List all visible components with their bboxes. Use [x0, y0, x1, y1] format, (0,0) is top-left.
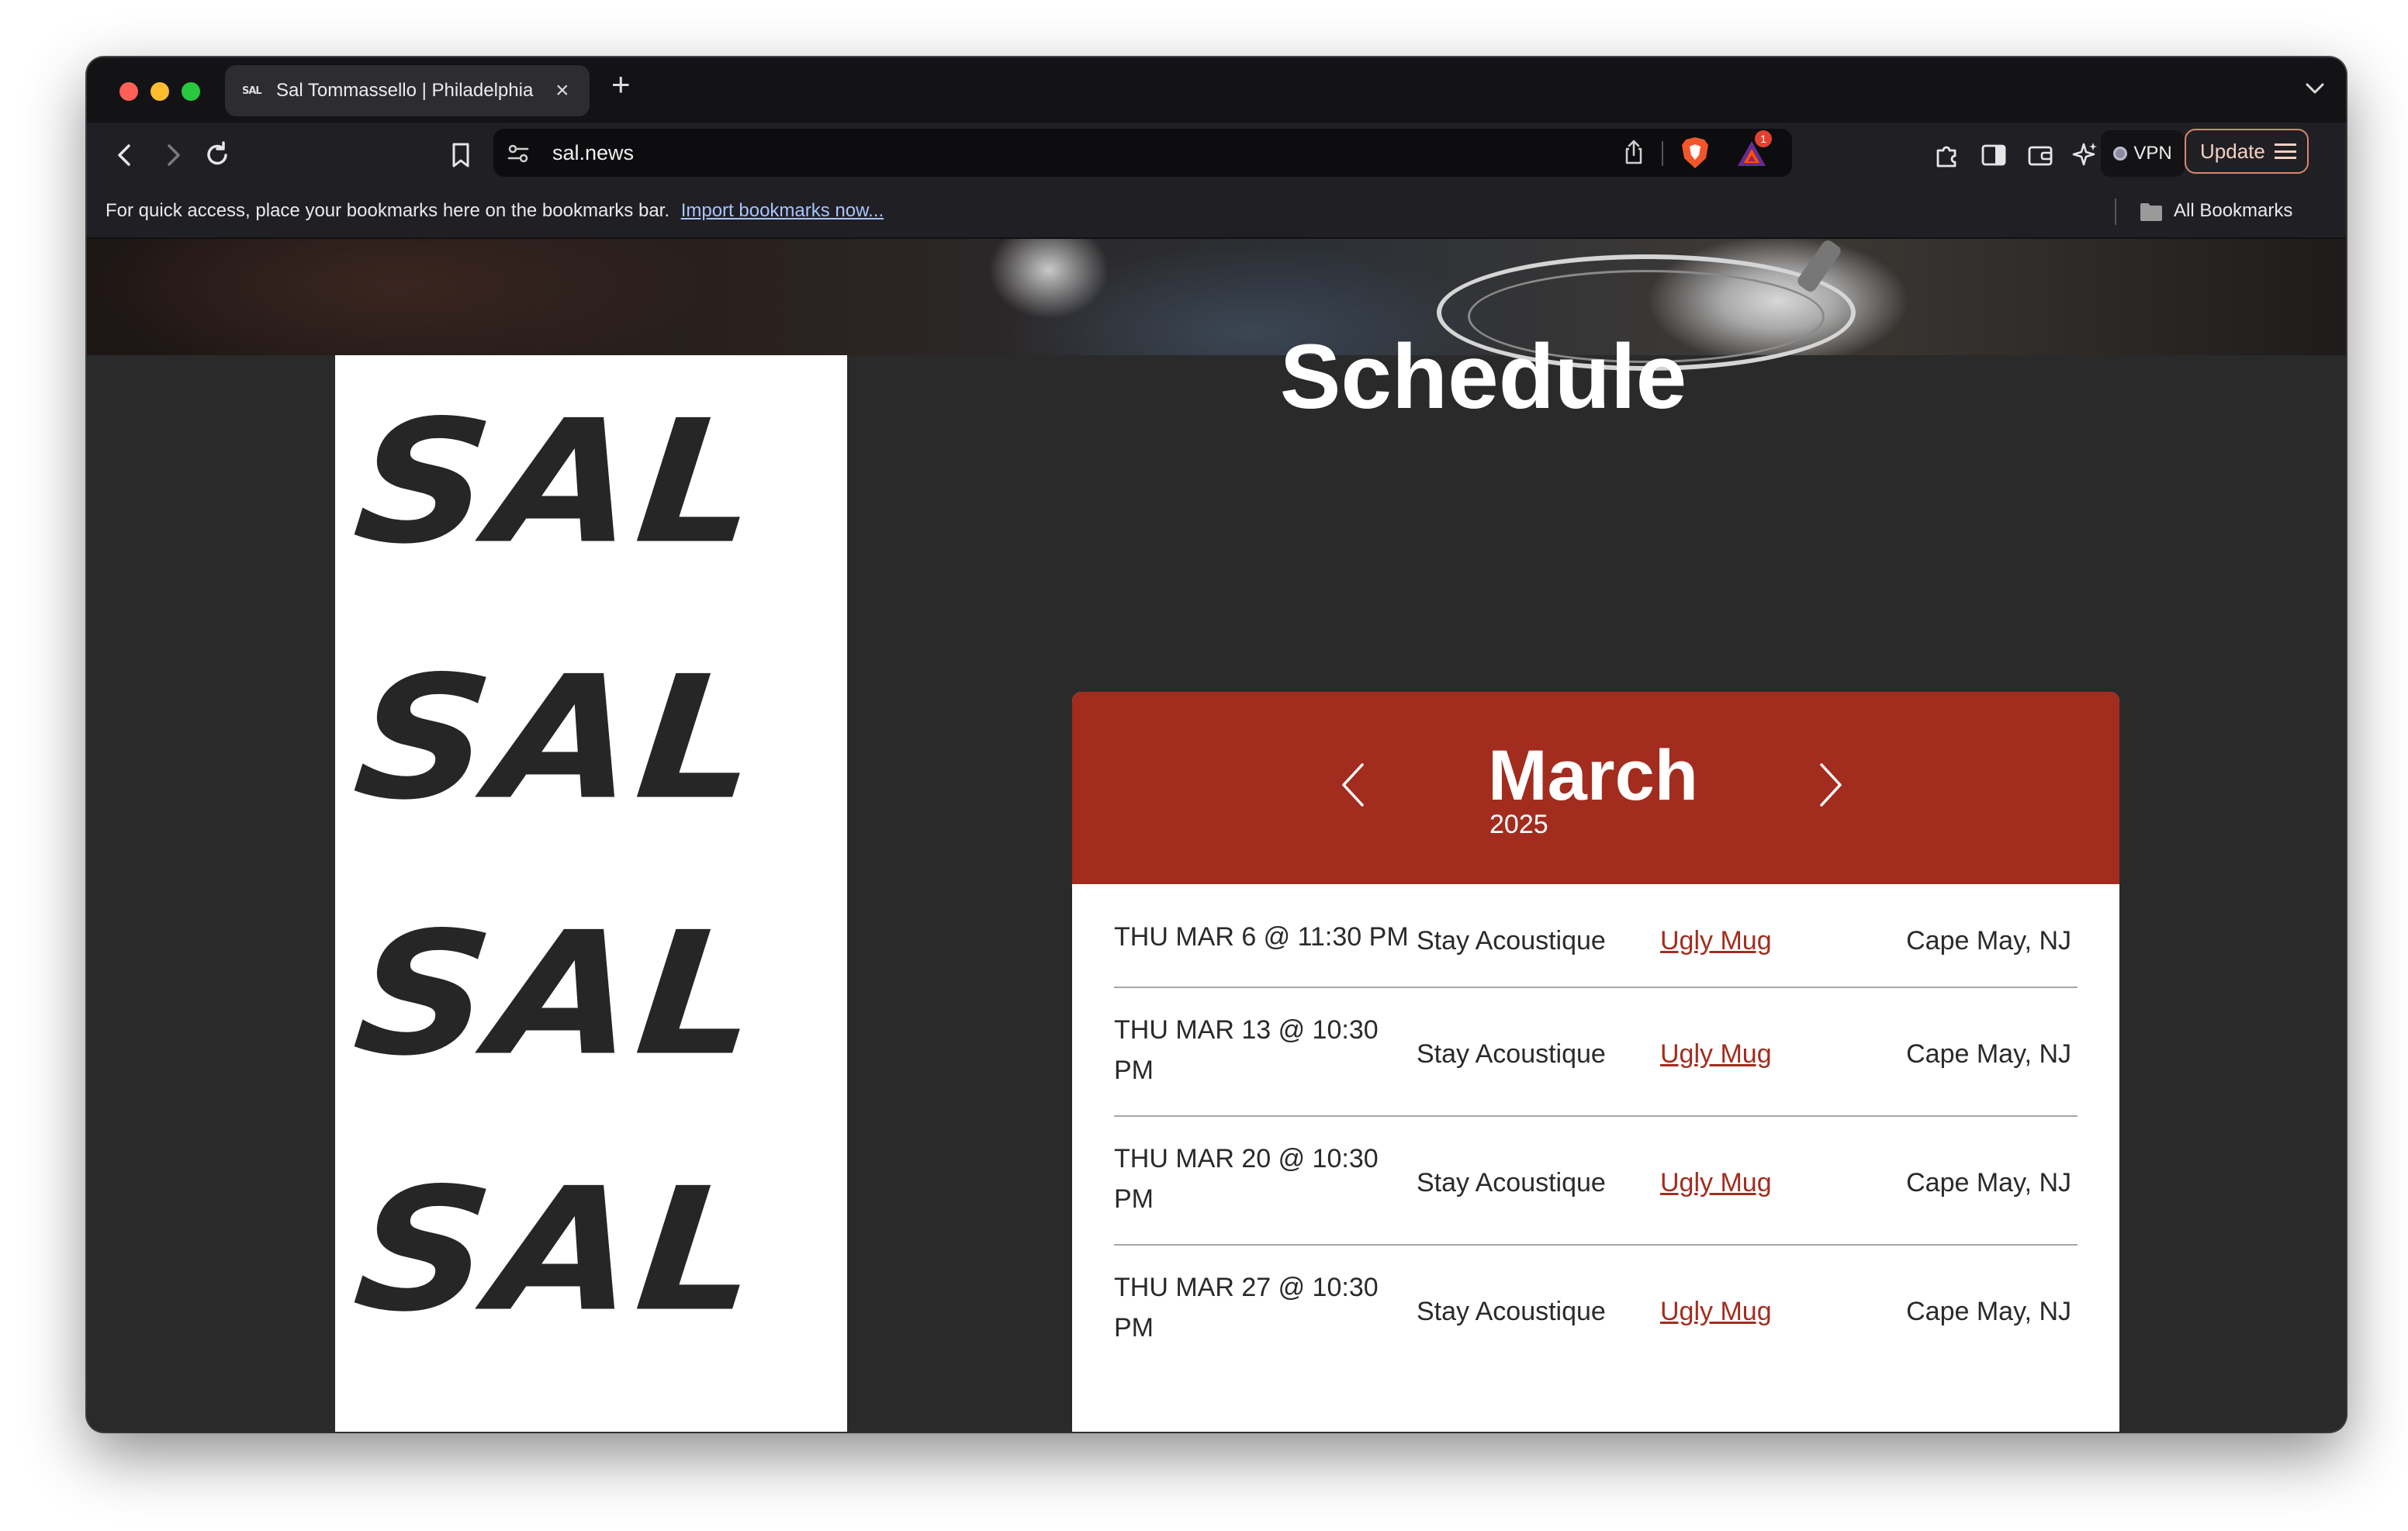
zoom-window-button[interactable]: [182, 82, 200, 101]
chevron-left-icon[interactable]: [1339, 762, 1367, 808]
browser-window: SAL Sal Tommassello | Philadelphia × + s…: [87, 57, 2346, 1432]
event-location: Cape May, NJ: [1906, 926, 2071, 956]
event-venue-link[interactable]: Ugly Mug: [1660, 926, 1772, 956]
event-row: THU MAR 6 @ 11:30 PM Stay Acoustique Ugl…: [1114, 884, 2078, 988]
sidebar-icon[interactable]: [1977, 138, 2011, 172]
bookmark-icon[interactable]: [444, 138, 478, 172]
event-venue-link[interactable]: Ugly Mug: [1660, 1168, 1772, 1198]
sal-logo-word: SAL: [346, 896, 770, 1094]
event-location: Cape May, NJ: [1906, 1297, 2071, 1326]
import-bookmarks-link[interactable]: Import bookmarks now...: [681, 200, 884, 221]
new-tab-button[interactable]: +: [611, 68, 631, 101]
page-title: Schedule: [1279, 326, 1687, 428]
menu-icon: [2274, 143, 2296, 159]
tab-strip: SAL Sal Tommassello | Philadelphia × +: [87, 57, 2346, 123]
url-text[interactable]: sal.news: [552, 141, 634, 165]
sal-logo-word: SAL: [346, 1152, 770, 1350]
calendar-month: March: [1488, 736, 1698, 815]
address-bar[interactable]: sal.news 1: [493, 129, 1792, 177]
site-settings-icon[interactable]: [503, 138, 534, 169]
calendar-year: 2025: [1489, 810, 1548, 839]
reload-icon[interactable]: [200, 138, 234, 172]
event-row: THU MAR 27 @ 10:30 PM Stay Acoustique Ug…: [1114, 1246, 2078, 1374]
sal-logo-word: SAL: [346, 384, 770, 582]
folder-icon: [2140, 203, 2162, 221]
event-row: THU MAR 20 @ 10:30 PM Stay Acoustique Ug…: [1114, 1117, 2078, 1246]
browser-toolbar: sal.news 1 VPN Update: [87, 123, 2346, 186]
event-act: Stay Acoustique: [1417, 1168, 1606, 1197]
event-act: Stay Acoustique: [1417, 1297, 1606, 1326]
brave-shields-icon[interactable]: [1679, 135, 1711, 171]
rewards-badge: 1: [1755, 130, 1772, 147]
sal-logo-panel: SAL SAL SAL SAL: [335, 355, 847, 1432]
tab-list-chevron-down-icon[interactable]: [2301, 74, 2329, 102]
minimize-window-button[interactable]: [150, 82, 169, 101]
event-date: THU MAR 20 @ 10:30 PM: [1114, 1144, 1379, 1214]
vpn-button[interactable]: VPN: [2101, 130, 2185, 177]
calendar-header: March 2025: [1072, 692, 2119, 884]
back-icon[interactable]: [109, 138, 143, 172]
event-venue-link[interactable]: Ugly Mug: [1660, 1039, 1772, 1070]
tab-title: Sal Tommassello | Philadelphia: [276, 80, 534, 101]
event-location: Cape May, NJ: [1906, 1168, 2071, 1197]
vpn-label: VPN: [2133, 143, 2172, 164]
chevron-right-icon[interactable]: [1817, 762, 1845, 808]
event-venue-link[interactable]: Ugly Mug: [1660, 1297, 1772, 1327]
event-date: THU MAR 27 @ 10:30 PM: [1114, 1273, 1379, 1343]
update-label: Update: [2200, 139, 2265, 163]
event-date: THU MAR 6 @ 11:30 PM: [1114, 922, 1409, 952]
forward-icon[interactable]: [155, 138, 189, 172]
page-content: SAL SAL SAL SAL Schedule March 2025 THU …: [87, 239, 2346, 1432]
close-window-button[interactable]: [119, 82, 138, 101]
omnibox-divider: [1662, 141, 1663, 166]
all-bookmarks-button[interactable]: All Bookmarks: [2174, 200, 2292, 222]
event-act: Stay Acoustique: [1417, 926, 1606, 956]
event-act: Stay Acoustique: [1417, 1039, 1606, 1069]
sal-logo-word: SAL: [346, 640, 770, 838]
event-row: THU MAR 13 @ 10:30 PM Stay Acoustique Ug…: [1114, 988, 2078, 1117]
extensions-icon[interactable]: [1930, 138, 1964, 172]
bookmarks-divider: [2115, 199, 2116, 225]
share-icon[interactable]: [1620, 138, 1648, 166]
bookmarks-bar: For quick access, place your bookmarks h…: [87, 186, 2346, 239]
event-list: THU MAR 6 @ 11:30 PM Stay Acoustique Ugl…: [1114, 884, 2078, 1374]
bookmarks-hint-text: For quick access, place your bookmarks h…: [106, 200, 670, 221]
schedule-calendar: March 2025 THU MAR 6 @ 11:30 PM Stay Aco…: [1072, 692, 2119, 1432]
event-location: Cape May, NJ: [1906, 1039, 2071, 1069]
event-date: THU MAR 13 @ 10:30 PM: [1114, 1015, 1379, 1085]
tab-close-icon[interactable]: ×: [555, 79, 569, 102]
tab-favicon: SAL: [242, 85, 262, 97]
update-menu-button[interactable]: Update: [2185, 129, 2309, 174]
vpn-status-icon: [2113, 147, 2128, 161]
active-tab[interactable]: SAL Sal Tommassello | Philadelphia ×: [225, 65, 590, 116]
bookmarks-hint: For quick access, place your bookmarks h…: [106, 200, 884, 222]
leo-ai-icon[interactable]: [2068, 138, 2102, 172]
wallet-icon[interactable]: [2023, 138, 2057, 172]
